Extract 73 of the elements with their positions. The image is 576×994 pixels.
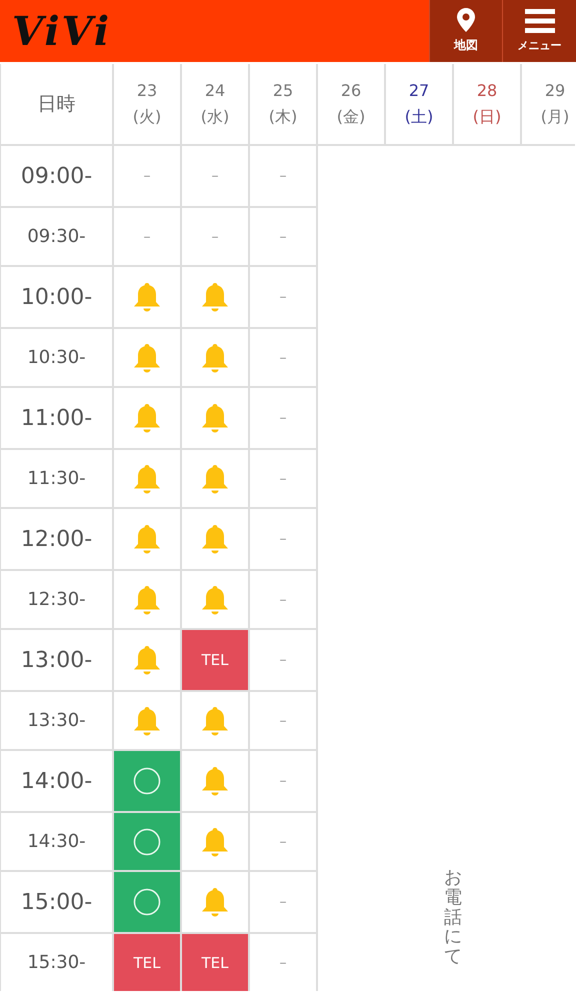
circle-icon bbox=[133, 767, 161, 795]
bell-icon bbox=[132, 462, 162, 494]
status-cell: － bbox=[114, 146, 180, 206]
phone-note: お電話にて bbox=[444, 868, 462, 967]
status-cell: － bbox=[250, 208, 316, 265]
time-cell: 12:30- bbox=[1, 571, 112, 628]
time-cell: 13:00- bbox=[1, 630, 112, 690]
time-cell: 13:30- bbox=[1, 692, 112, 749]
map-button[interactable]: 地図 bbox=[429, 0, 502, 62]
status-cell: － bbox=[250, 813, 316, 870]
bell-icon bbox=[132, 523, 162, 555]
status-cell: － bbox=[250, 388, 316, 448]
bell-icon bbox=[200, 342, 230, 374]
bell-icon bbox=[132, 342, 162, 374]
bell-icon bbox=[200, 826, 230, 858]
bell-icon bbox=[200, 523, 230, 555]
available-cell[interactable] bbox=[114, 751, 180, 811]
status-cell: － bbox=[250, 872, 316, 932]
time-cell: 14:00- bbox=[1, 751, 112, 811]
status-cell: － bbox=[250, 329, 316, 386]
vivi-logo[interactable]: ViVi bbox=[0, 0, 429, 62]
day-header: 28 (日) bbox=[454, 64, 520, 144]
status-cell: － bbox=[250, 146, 316, 206]
status-cell: － bbox=[250, 509, 316, 569]
time-cell: 10:30- bbox=[1, 329, 112, 386]
time-cell: 09:30- bbox=[1, 208, 112, 265]
bell-icon bbox=[200, 402, 230, 434]
status-cell: － bbox=[250, 450, 316, 507]
day-header: 29 (月) bbox=[522, 64, 576, 144]
status-cell: － bbox=[250, 692, 316, 749]
bell-icon bbox=[200, 281, 230, 313]
time-cell: 15:00- bbox=[1, 872, 112, 932]
day-header: 26 (金) bbox=[318, 64, 384, 144]
bell-icon bbox=[200, 584, 230, 616]
map-pin-icon bbox=[457, 8, 475, 32]
available-cell[interactable] bbox=[114, 872, 180, 932]
status-cell: － bbox=[250, 630, 316, 690]
menu-button[interactable]: メニュー bbox=[502, 0, 576, 62]
day-header: 23 (火) bbox=[114, 64, 180, 144]
time-cell: 10:00- bbox=[1, 267, 112, 327]
time-cell: 11:30- bbox=[1, 450, 112, 507]
time-cell: 11:00- bbox=[1, 388, 112, 448]
bell-icon bbox=[200, 765, 230, 797]
status-cell: － bbox=[182, 208, 248, 265]
day-header: 25 (木) bbox=[250, 64, 316, 144]
time-cell: 14:30- bbox=[1, 813, 112, 870]
status-cell: － bbox=[114, 208, 180, 265]
day-header: 24 (水) bbox=[182, 64, 248, 144]
day-header: 27 (土) bbox=[386, 64, 452, 144]
status-cell: － bbox=[250, 751, 316, 811]
bell-icon bbox=[132, 281, 162, 313]
bell-icon bbox=[132, 584, 162, 616]
time-cell: 09:00- bbox=[1, 146, 112, 206]
phone-only-cell: TEL bbox=[114, 934, 180, 991]
phone-only-cell: TEL bbox=[182, 934, 248, 991]
status-cell: － bbox=[250, 934, 316, 991]
bell-icon bbox=[132, 402, 162, 434]
available-cell[interactable] bbox=[114, 813, 180, 870]
column-header: 日時 bbox=[1, 64, 112, 144]
time-cell: 15:30- bbox=[1, 934, 112, 991]
menu-icon bbox=[524, 9, 554, 33]
bell-icon bbox=[132, 644, 162, 676]
bell-icon bbox=[200, 886, 230, 918]
status-cell: － bbox=[250, 267, 316, 327]
bell-icon bbox=[200, 462, 230, 494]
time-cell: 12:00- bbox=[1, 509, 112, 569]
status-cell: － bbox=[250, 571, 316, 628]
status-cell: － bbox=[182, 146, 248, 206]
circle-icon bbox=[133, 828, 161, 856]
bell-icon bbox=[200, 704, 230, 736]
bell-icon bbox=[132, 704, 162, 736]
circle-icon bbox=[133, 888, 161, 916]
phone-only-cell: TEL bbox=[182, 630, 248, 690]
